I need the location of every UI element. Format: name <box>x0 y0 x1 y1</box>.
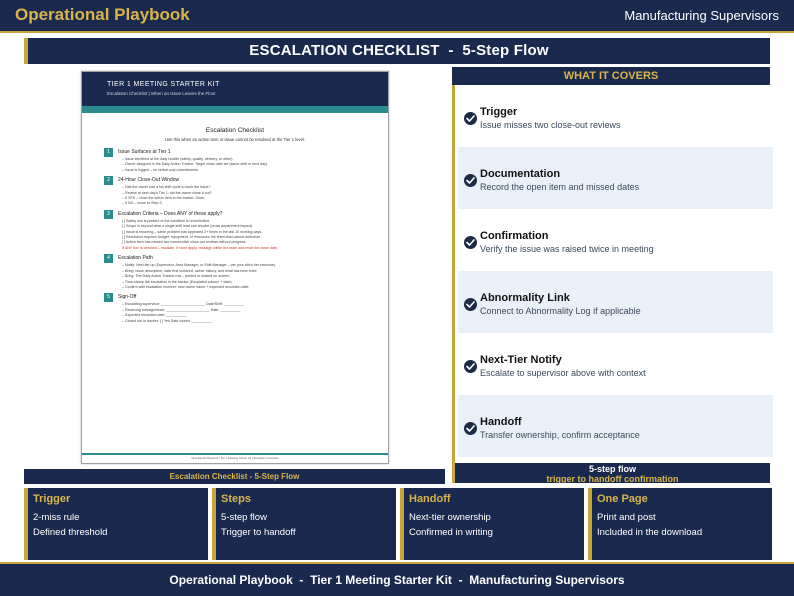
check-circle-icon <box>464 236 477 249</box>
covers-item-desc: Escalate to supervisor above with contex… <box>480 368 646 378</box>
step-number: 1 <box>104 148 113 157</box>
step-line: – Issue is logged – no verbal-only commi… <box>122 167 199 172</box>
check-circle-icon <box>464 422 477 435</box>
brand-title: Operational Playbook <box>15 5 190 24</box>
check-circle-icon <box>464 174 477 187</box>
card-handoff: Handoff Next-tier ownership Confirmed in… <box>400 488 584 560</box>
covers-item-desc: Record the open item and missed dates <box>480 182 640 192</box>
document-kit-label: TIER 1 MEETING STARTER KIT <box>107 81 220 88</box>
step-number: 2 <box>104 176 113 186</box>
card-line: Confirmed in writing <box>409 527 493 538</box>
covers-item-desc: Issue misses two close-out reviews <box>480 120 621 130</box>
step-line: – If NO – move to Step 3. <box>122 201 163 206</box>
step-line: – Confirm with escalation receiver: new … <box>122 284 250 289</box>
covers-item: Confirmation Verify the issue was raised … <box>458 209 773 271</box>
document-step: 3 Escalation Criteria – Does ANY of these… <box>104 209 388 251</box>
card-line: Trigger to handoff <box>221 527 296 538</box>
covers-item: Documentation Record the open item and mi… <box>458 147 773 209</box>
covers-heading: WHAT IT COVERS <box>563 70 659 82</box>
document-preview[interactable]: TIER 1 MEETING STARTER KIT Escalation Ch… <box>81 71 389 464</box>
top-bar: Operational Playbook Manufacturing Super… <box>0 0 794 31</box>
covers-item: Handoff Transfer ownership, confirm accep… <box>458 395 773 457</box>
covers-item-title: Trigger <box>480 106 518 118</box>
card-line: 5-step flow <box>221 512 267 523</box>
footer-bar: Operational Playbook - Tier 1 Meeting St… <box>0 562 794 596</box>
title-band: ESCALATION CHECKLIST - 5-Step Flow <box>24 38 770 64</box>
covers-item: Trigger Issue misses two close-out review… <box>458 85 773 147</box>
step-heading: 24-Hour Close-Out Window <box>118 177 180 184</box>
covers-item-title: Confirmation <box>480 230 549 242</box>
step-heading: Escalation Criteria – Does ANY of these … <box>118 210 223 217</box>
card-line: Next-tier ownership <box>409 512 491 523</box>
document-footer: Operational Playbook | Tier 1 Meeting St… <box>82 453 388 461</box>
covers-item-desc: Verify the issue was raised twice in mee… <box>480 244 654 254</box>
covers-item-title: Next-Tier Notify <box>480 354 562 366</box>
step-heading: Escalation Path <box>118 255 153 262</box>
card-title: Trigger <box>33 493 71 505</box>
card-trigger: Trigger 2-miss rule Defined threshold <box>24 488 208 560</box>
covers-header: WHAT IT COVERS <box>452 67 770 85</box>
check-circle-icon <box>464 360 477 373</box>
card-title: Handoff <box>409 493 451 505</box>
document-step: 5 Sign-Off – Escalating supervisor: ______… <box>104 293 388 324</box>
step-line: – Closed out in tracker: [ ] Yes Date cl… <box>122 318 212 323</box>
card-line: Print and post <box>597 512 656 523</box>
footer-text: Operational Playbook - Tier 1 Meeting St… <box>169 573 625 587</box>
document-step: 2 24-Hour Close-Out Window – Has the owner… <box>104 176 388 207</box>
card-line: Included in the download <box>597 527 703 538</box>
page: Operational Playbook Manufacturing Super… <box>0 0 794 596</box>
covers-list: Trigger Issue misses two close-out review… <box>452 85 773 463</box>
document-step: 1 Issue Surfaces at Tier 1– Issue identif… <box>104 148 388 173</box>
document-caption-bar: Escalation Checklist - 5-Step Flow <box>24 469 445 484</box>
card-one-page: One Page Print and post Included in the … <box>588 488 772 560</box>
step-heading: Issue Surfaces at Tier 1 <box>118 149 171 155</box>
card-title: Steps <box>221 493 251 505</box>
step-number: 3 <box>104 209 113 219</box>
covers-item-desc: Connect to Abnormality Log if applicable <box>480 306 641 316</box>
document-caption: Escalation Checklist - 5-Step Flow <box>169 472 300 481</box>
card-line: 2-miss rule <box>33 512 80 523</box>
covers-item-desc: Transfer ownership, confirm acceptance <box>480 430 640 440</box>
card-steps: Steps 5-step flow Trigger to handoff <box>212 488 396 560</box>
divider <box>0 31 794 33</box>
check-circle-icon <box>464 112 477 125</box>
document-accent-bar <box>82 106 388 113</box>
covers-footer-line1: 5-step flow <box>588 464 636 474</box>
step-note: If ANY box is checked – escalate. If non… <box>122 245 278 250</box>
step-heading: Sign-Off <box>118 294 137 301</box>
document-header: TIER 1 MEETING STARTER KIT Escalation Ch… <box>82 72 388 106</box>
document-subtitle: Escalation Checklist | When an Issue Lea… <box>107 91 216 96</box>
document-step: 4 Escalation Path – Notify: Next tier up (… <box>104 254 388 290</box>
covers-item-title: Handoff <box>480 416 522 428</box>
check-circle-icon <box>464 298 477 311</box>
covers-footer: 5-step flow trigger to handoff confirmat… <box>452 463 770 483</box>
step-number: 5 <box>104 293 113 303</box>
document-title: Escalation Checklist <box>205 127 265 134</box>
covers-item-title: Abnormality Link <box>480 292 570 304</box>
audience-label: Manufacturing Supervisors <box>624 8 779 23</box>
document-steps: 1 Issue Surfaces at Tier 1– Issue identif… <box>82 142 388 324</box>
step-number: 4 <box>104 254 113 264</box>
card-title: One Page <box>597 493 648 505</box>
covers-item: Abnormality Link Connect to Abnormality L… <box>458 271 773 333</box>
covers-item-title: Documentation <box>480 168 561 180</box>
covers-item: Next-Tier Notify Escalate to supervisor a… <box>458 333 773 395</box>
card-line: Defined threshold <box>33 527 108 538</box>
page-title: ESCALATION CHECKLIST - 5-Step Flow <box>249 42 549 59</box>
covers-footer-line2: trigger to handoff confirmation <box>546 474 679 483</box>
